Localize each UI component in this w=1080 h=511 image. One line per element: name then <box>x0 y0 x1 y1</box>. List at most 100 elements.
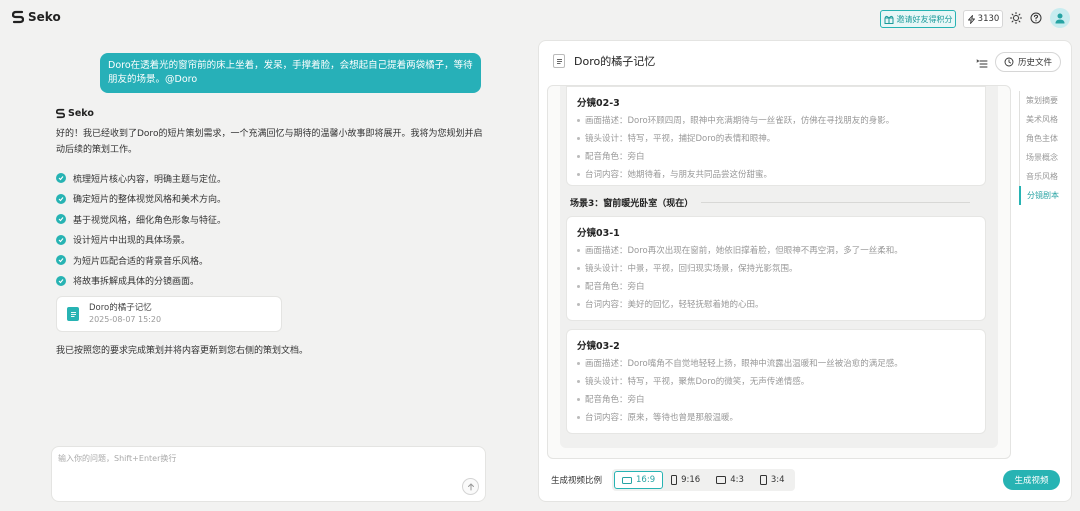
ratio-label: 生成视频比例 <box>551 476 603 486</box>
ratio-option-4-3[interactable]: 4:3 <box>708 471 752 489</box>
chat-input-box <box>51 446 486 502</box>
user-icon <box>1055 13 1065 24</box>
document-icon <box>67 307 79 321</box>
checklist-item: 设计短片中出现的具体场景。 <box>56 230 226 251</box>
shot-line: 台词内容：她期待着，与朋友共同品尝这份甜蜜。 <box>577 165 975 183</box>
document-card-title: Doro的橘子记忆 <box>89 302 152 313</box>
assistant-done-message: 我已按照您的要求完成策划并将内容更新到您右侧的策划文档。 <box>56 346 309 356</box>
seko-logo-icon <box>12 10 24 24</box>
checklist-text: 设计短片中出现的具体场景。 <box>73 236 191 247</box>
shot-title: 分镜03-2 <box>577 341 620 352</box>
generate-video-button[interactable]: 生成视频 <box>1003 470 1060 490</box>
checklist-item: 基于视觉风格，细化角色形象与特征。 <box>56 209 226 230</box>
shot-line: 镜头设计：中景，平视，回归现实场景，保持光影氛围。 <box>577 259 975 277</box>
landscape-icon <box>716 476 727 484</box>
ratio-option-16-9[interactable]: 16:9 <box>614 471 664 489</box>
check-circle-icon <box>56 173 66 184</box>
outline-item-summary[interactable]: 策划摘要 <box>1019 91 1069 110</box>
theme-toggle-button[interactable] <box>1009 11 1023 25</box>
outline-item-characters[interactable]: 角色主体 <box>1019 129 1069 148</box>
shot-line: 配音角色：旁白 <box>577 390 975 408</box>
shot-line: 台词内容：美好的回忆，轻轻抚慰着她的心田。 <box>577 295 975 313</box>
shot-title: 分镜03-1 <box>577 228 620 239</box>
sun-icon <box>1010 12 1022 24</box>
shot-line: 配音角色：旁白 <box>577 147 975 165</box>
seko-logo-icon <box>56 108 65 119</box>
check-circle-icon <box>56 214 66 225</box>
shot-card: 分镜02-3 画面描述：Doro环顾四周，眼神中充满期待与一丝雀跃，仿佛在寻找朋… <box>566 86 986 186</box>
shot-card: 分镜03-2 画面描述：Doro嘴角不自觉地轻轻上扬，眼神中流露出温暖和一丝被治… <box>566 329 986 434</box>
check-circle-icon <box>56 234 66 245</box>
chat-input[interactable] <box>58 453 458 473</box>
user-message-bubble: Doro在透着光的窗帘前的床上坐着，发呆，手撑着脸，会想起自己提着两袋橘子，等待… <box>100 53 481 93</box>
help-button[interactable] <box>1029 11 1043 25</box>
shot-title: 分镜02-3 <box>577 98 620 109</box>
document-panel: Doro的橘子记忆 历史文件 分镜02-3 画面描述：Doro环顾四周，眼神中充… <box>538 40 1072 502</box>
ratio-option-3-4[interactable]: 3:4 <box>752 471 793 489</box>
shot-line: 台词内容：原来，等待也曾是那般温暖。 <box>577 408 975 426</box>
checklist-text: 将故事拆解成具体的分镜画面。 <box>73 277 200 288</box>
assistant-label: Seko <box>56 108 94 119</box>
shot-line: 画面描述：Doro再次出现在窗前，她依旧撑着脸，但眼神不再空洞，多了一丝柔和。 <box>577 241 975 259</box>
checklist-text: 为短片匹配合适的背景音乐风格。 <box>73 256 209 267</box>
outline-item-music[interactable]: 音乐风格 <box>1019 167 1069 186</box>
scene-divider <box>701 202 970 203</box>
invite-friends-button[interactable]: 邀请好友得积分 <box>880 10 956 28</box>
checklist-text: 确定短片的整体视觉风格和美术方向。 <box>73 195 227 206</box>
shot-line: 镜头设计：特写，平视，聚焦Doro的微笑，无声传递情感。 <box>577 372 975 390</box>
portrait-icon <box>759 475 767 485</box>
scene-title: 场景3：窗前暖光卧室（现在） <box>570 199 694 209</box>
arrow-up-icon <box>467 482 474 490</box>
document-card-date: 2025-08-07 15:20 <box>89 314 162 324</box>
shot-line: 镜头设计：特写，平视，捕捉Doro的表情和眼神。 <box>577 129 975 147</box>
points-button[interactable]: 3130 <box>963 10 1003 28</box>
assistant-name: Seko <box>68 108 94 119</box>
assistant-intro: 好的！我已经收到了Doro的短片策划需求，一个充满回忆与期待的温馨小故事即将展开… <box>56 129 483 155</box>
shot-line: 配音角色：旁白 <box>577 277 975 295</box>
ratio-selector-row: 生成视频比例 16:9 9:16 4:3 3:4 <box>551 469 795 491</box>
shot-line: 画面描述：Doro环顾四周，眼神中充满期待与一丝雀跃，仿佛在寻找朋友的身影。 <box>577 111 975 129</box>
send-button[interactable] <box>462 478 479 495</box>
help-icon <box>1030 12 1042 24</box>
checklist-item: 确定短片的整体视觉风格和美术方向。 <box>56 189 226 210</box>
checklist-item: 为短片匹配合适的背景音乐风格。 <box>56 250 226 271</box>
storyboard-section: 分镜02-3 画面描述：Doro环顾四周，眼神中充满期待与一丝雀跃，仿佛在寻找朋… <box>560 86 998 448</box>
check-circle-icon <box>56 255 66 266</box>
lightning-icon <box>967 14 975 24</box>
landscape-icon <box>622 476 633 484</box>
gift-icon <box>884 15 893 24</box>
checklist-item: 将故事拆解成具体的分镜画面。 <box>56 271 226 292</box>
document-scroll-area[interactable]: 分镜02-3 画面描述：Doro环顾四周，眼神中充满期待与一丝雀跃，仿佛在寻找朋… <box>547 85 1011 459</box>
list-icon <box>976 59 988 68</box>
check-circle-icon <box>56 193 66 204</box>
logo-text: Seko <box>28 10 61 24</box>
panel-header: Doro的橘子记忆 <box>553 53 655 69</box>
scene-heading: 场景3：窗前暖光卧室（现在） <box>570 196 970 209</box>
check-circle-icon <box>56 275 66 286</box>
top-bar: Seko 邀请好友得积分 3130 <box>0 0 1080 36</box>
task-checklist: 梳理短片核心内容，明确主题与定位。 确定短片的整体视觉风格和美术方向。 基于视觉… <box>56 168 226 291</box>
document-icon <box>553 54 565 68</box>
checklist-text: 基于视觉风格，细化角色形象与特征。 <box>73 215 227 226</box>
ratio-option-9-16[interactable]: 9:16 <box>663 471 708 489</box>
shot-card: 分镜03-1 画面描述：Doro再次出现在窗前，她依旧撑着脸，但眼神不再空洞，多… <box>566 216 986 321</box>
checklist-item: 梳理短片核心内容，明确主题与定位。 <box>56 168 226 189</box>
points-value: 3130 <box>977 14 1000 24</box>
portrait-icon <box>671 475 678 485</box>
outline-item-scenes[interactable]: 场景概念 <box>1019 148 1069 167</box>
history-files-button[interactable]: 历史文件 <box>995 52 1061 72</box>
shot-line: 画面描述：Doro嘴角不自觉地轻轻上扬，眼神中流露出温暖和一丝被治愈的满足感。 <box>577 354 975 372</box>
invite-label: 邀请好友得积分 <box>896 14 953 24</box>
outline-item-art-style[interactable]: 美术风格 <box>1019 110 1069 129</box>
app-logo[interactable]: Seko <box>12 10 61 24</box>
outline-toggle-button[interactable] <box>976 55 990 69</box>
checklist-text: 梳理短片核心内容，明确主题与定位。 <box>73 174 227 185</box>
document-outline: 策划摘要 美术风格 角色主体 场景概念 音乐风格 分镜剧本 <box>1019 91 1069 205</box>
history-icon <box>1004 57 1014 67</box>
user-avatar[interactable] <box>1050 8 1070 28</box>
ratio-options: 16:9 9:16 4:3 3:4 <box>612 469 795 491</box>
history-label: 历史文件 <box>1017 58 1052 68</box>
panel-title: Doro的橘子记忆 <box>574 55 656 68</box>
document-card[interactable]: Doro的橘子记忆 2025-08-07 15:20 <box>56 296 282 332</box>
outline-item-storyboard[interactable]: 分镜剧本 <box>1019 186 1069 205</box>
